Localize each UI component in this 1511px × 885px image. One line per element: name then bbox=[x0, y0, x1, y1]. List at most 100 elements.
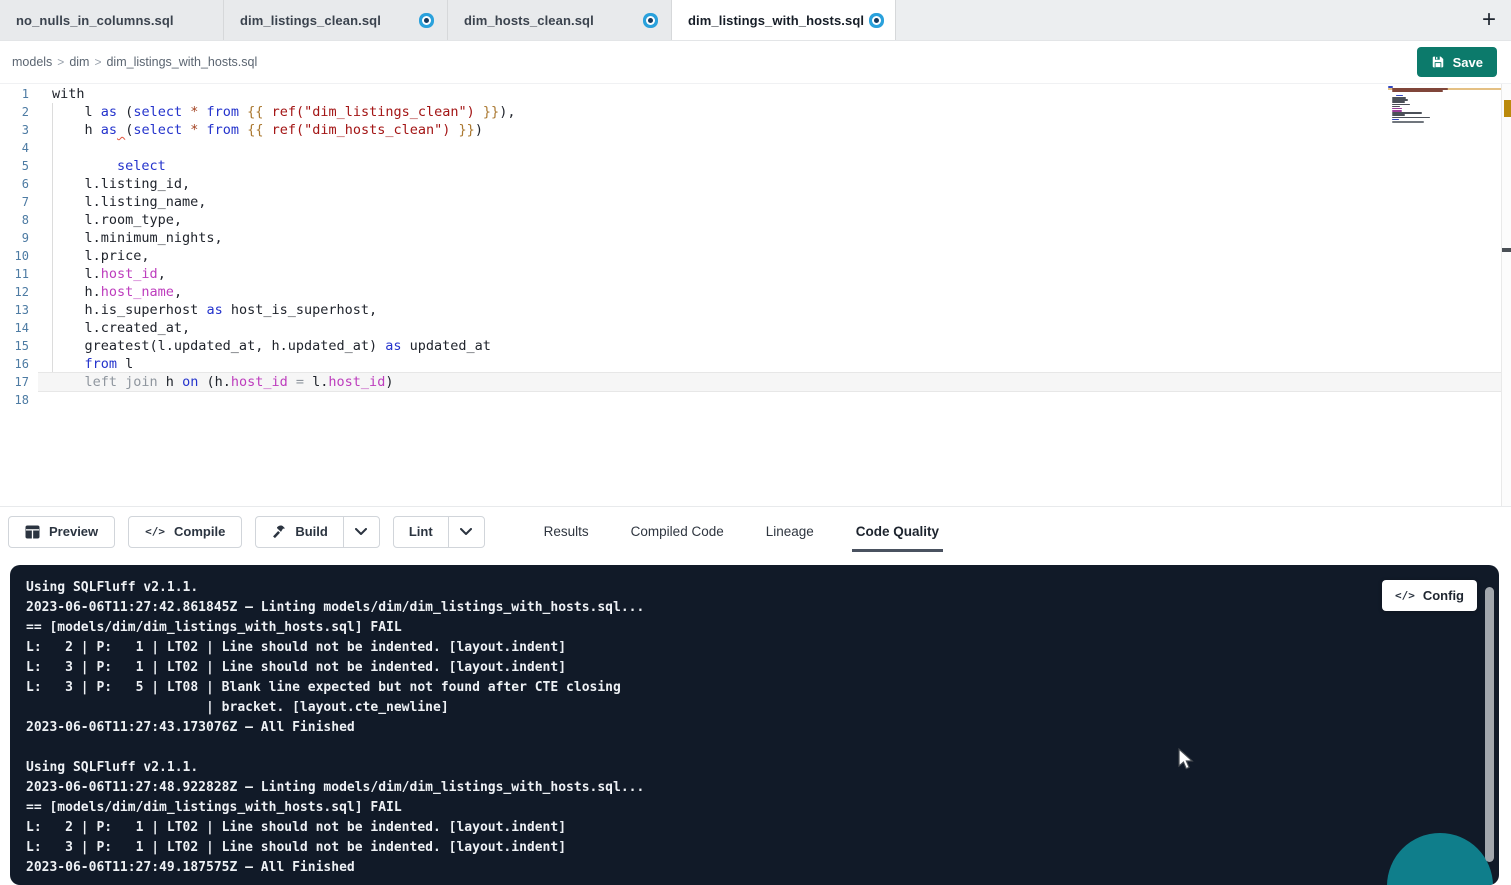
code-token bbox=[182, 104, 190, 120]
code-token: {{ bbox=[247, 122, 263, 138]
line-content: h as (select * from {{ ref("dim_hosts_cl… bbox=[38, 121, 1511, 139]
lint-button[interactable]: Lint bbox=[394, 517, 448, 547]
code-line[interactable]: 11 l.host_id, bbox=[0, 265, 1511, 283]
panel-tab-code-quality[interactable]: Code Quality bbox=[854, 507, 941, 556]
code-token bbox=[475, 104, 483, 120]
code-line[interactable]: 8 l.room_type, bbox=[0, 211, 1511, 229]
line-number: 11 bbox=[0, 265, 38, 283]
code-token: l bbox=[52, 104, 101, 120]
line-number: 13 bbox=[0, 301, 38, 319]
code-token: from bbox=[85, 356, 118, 372]
lint-split-button: Lint bbox=[393, 516, 485, 548]
minimap[interactable] bbox=[1388, 86, 1505, 125]
line-content: l.minimum_nights, bbox=[38, 229, 1511, 247]
editor-tab[interactable]: dim_hosts_clean.sql bbox=[448, 0, 672, 40]
modified-dot-icon bbox=[874, 18, 879, 23]
lint-dropdown-chevron[interactable] bbox=[448, 517, 484, 547]
terminal-line: L: 2 | P: 1 | LT02 | Line should not be … bbox=[26, 818, 1483, 838]
code-line[interactable]: 7 l.listing_name, bbox=[0, 193, 1511, 211]
breadcrumb-segment: dim_listings_with_hosts.sql bbox=[106, 55, 257, 69]
code-brackets-icon: </> bbox=[145, 525, 165, 538]
line-number: 17 bbox=[0, 373, 38, 391]
code-token: updated_at bbox=[402, 338, 491, 354]
tab-label: dim_listings_clean.sql bbox=[240, 13, 381, 28]
build-dropdown-chevron[interactable] bbox=[343, 517, 379, 547]
panel-tab-results[interactable]: Results bbox=[542, 507, 591, 556]
panel-tab-lineage[interactable]: Lineage bbox=[764, 507, 816, 556]
code-line[interactable]: 9 l.minimum_nights, bbox=[0, 229, 1511, 247]
modified-dot-icon bbox=[424, 18, 429, 23]
code-line[interactable]: 6 l.listing_id, bbox=[0, 175, 1511, 193]
line-number: 10 bbox=[0, 247, 38, 265]
editor-tab[interactable]: dim_listings_clean.sql bbox=[224, 0, 448, 40]
code-line[interactable]: 4 bbox=[0, 139, 1511, 157]
editor-scrollbar[interactable] bbox=[1501, 84, 1511, 506]
code-line[interactable]: 13 h.is_superhost as host_is_superhost, bbox=[0, 301, 1511, 319]
code-line[interactable]: 5 select bbox=[0, 157, 1511, 175]
line-content: left join h on (h.host_id = l.host_id) bbox=[38, 373, 1511, 391]
line-content: greatest(l.updated_at, h.updated_at) as … bbox=[38, 337, 1511, 355]
terminal-line: L: 3 | P: 1 | LT02 | Line should not be … bbox=[26, 658, 1483, 678]
code-token: as bbox=[206, 302, 222, 318]
code-editor[interactable]: 1with2 l as (select * from {{ ref("dim_l… bbox=[0, 84, 1511, 506]
terminal-scrollbar-thumb[interactable] bbox=[1485, 587, 1494, 862]
floppy-disk-icon bbox=[1431, 55, 1445, 69]
terminal-line: 2023-06-06T11:27:48.922828Z — Linting mo… bbox=[26, 778, 1483, 798]
line-number: 18 bbox=[0, 391, 38, 409]
code-line[interactable]: 12 h.host_name, bbox=[0, 283, 1511, 301]
code-token: host_name bbox=[101, 284, 174, 300]
code-line[interactable]: 18 bbox=[0, 391, 1511, 409]
code-token: with bbox=[52, 86, 85, 102]
terminal-line: L: 3 | P: 1 | LT02 | Line should not be … bbox=[26, 838, 1483, 858]
code-token: host_is_superhost, bbox=[223, 302, 377, 318]
code-token bbox=[52, 158, 117, 174]
line-content bbox=[38, 391, 1511, 409]
editor-tab[interactable]: no_nulls_in_columns.sql bbox=[0, 0, 224, 40]
code-line[interactable]: 17 left join h on (h.host_id = l.host_id… bbox=[0, 373, 1511, 391]
code-token: left join bbox=[85, 374, 158, 390]
build-button[interactable]: Build bbox=[256, 517, 343, 547]
code-line[interactable]: 1with bbox=[0, 85, 1511, 103]
code-line[interactable]: 3 h as (select * from {{ ref("dim_hosts_… bbox=[0, 121, 1511, 139]
code-token: l. bbox=[52, 266, 101, 282]
line-number: 5 bbox=[0, 157, 38, 175]
code-line[interactable]: 14 l.created_at, bbox=[0, 319, 1511, 337]
line-content: l.listing_id, bbox=[38, 175, 1511, 193]
code-token: , bbox=[174, 284, 182, 300]
editor-tab[interactable]: dim_listings_with_hosts.sql bbox=[672, 0, 896, 40]
code-token: as bbox=[101, 104, 117, 120]
line-number: 14 bbox=[0, 319, 38, 337]
line-content: l.room_type, bbox=[38, 211, 1511, 229]
compile-button[interactable]: </> Compile bbox=[128, 516, 242, 548]
code-line[interactable]: 2 l as (select * from {{ ref("dim_listin… bbox=[0, 103, 1511, 121]
terminal-line: 2023-06-06T11:27:49.187575Z — All Finish… bbox=[26, 858, 1483, 878]
terminal-line: L: 3 | P: 5 | LT08 | Blank line expected… bbox=[26, 678, 1483, 698]
panel-tab-compiled-code[interactable]: Compiled Code bbox=[629, 507, 726, 556]
new-tab-button[interactable]: + bbox=[1467, 0, 1511, 40]
code-token: h. bbox=[52, 284, 101, 300]
code-line[interactable]: 16 from l bbox=[0, 355, 1511, 373]
lint-terminal[interactable]: Using SQLFluff v2.1.1.2023-06-06T11:27:4… bbox=[10, 565, 1499, 885]
code-token: from bbox=[207, 104, 240, 120]
code-line[interactable]: 15 greatest(l.updated_at, h.updated_at) … bbox=[0, 337, 1511, 355]
code-token: l.listing_name, bbox=[52, 194, 206, 210]
line-content: l.price, bbox=[38, 247, 1511, 265]
code-token: h.is_superhost bbox=[52, 302, 206, 318]
compile-label: Compile bbox=[174, 524, 225, 539]
code-token: greatest(l.updated_at, h.updated_at) bbox=[52, 338, 385, 354]
code-token: as bbox=[385, 338, 401, 354]
save-button[interactable]: Save bbox=[1417, 47, 1497, 77]
lint-label: Lint bbox=[409, 524, 433, 539]
terminal-line: 2023-06-06T11:27:43.173076Z — All Finish… bbox=[26, 718, 1483, 738]
code-token: select bbox=[133, 122, 182, 138]
code-token bbox=[239, 104, 247, 120]
code-lines[interactable]: 1with2 l as (select * from {{ ref("dim_l… bbox=[0, 84, 1511, 409]
code-token: ), bbox=[499, 104, 515, 120]
code-token bbox=[263, 104, 271, 120]
code-token: ) bbox=[385, 374, 393, 390]
breadcrumb-segment: dim bbox=[69, 55, 89, 69]
code-line[interactable]: 10 l.price, bbox=[0, 247, 1511, 265]
config-button[interactable]: </> Config bbox=[1382, 580, 1477, 611]
scrollbar-cursor-marker bbox=[1502, 248, 1511, 252]
preview-button[interactable]: Preview bbox=[8, 516, 115, 548]
